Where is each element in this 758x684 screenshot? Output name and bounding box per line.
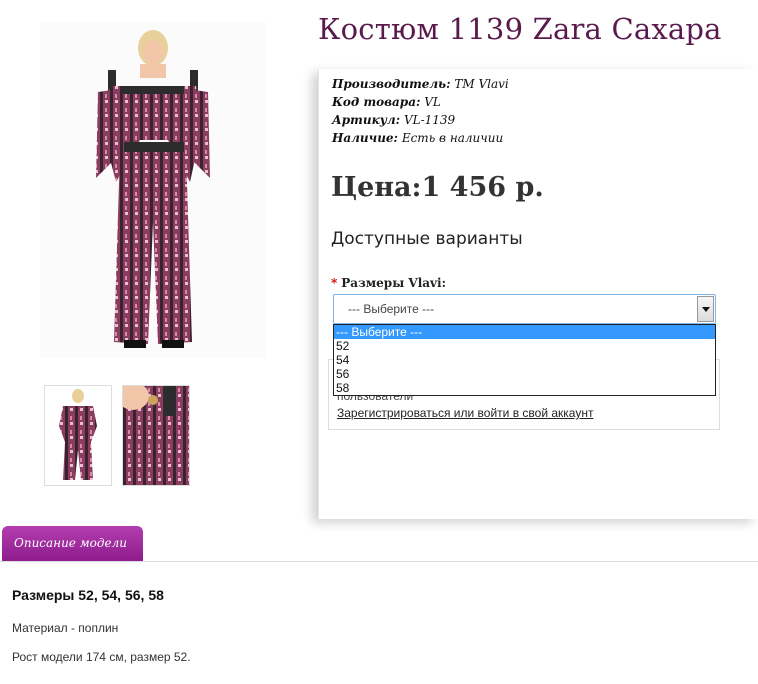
size-option-52[interactable]: 52 [334,339,715,353]
product-code-row: Код товара: VL [332,93,509,111]
product-info-panel: Производитель: ТМ Vlavi Код товара: VL А… [318,69,758,519]
size-label-text: Размеры Vlavi: [341,276,446,290]
manufacturer-row: Производитель: ТМ Vlavi [332,75,509,93]
register-login-link[interactable]: Зарегистрироваться или войти в свой акка… [337,406,593,420]
size-option-placeholder[interactable]: --- Выберите --- [334,325,715,339]
size-select-label: * Размеры Vlavi: [331,276,446,290]
sku-label: Артикул: [332,113,401,127]
size-option-54[interactable]: 54 [334,353,715,367]
product-thumbnail-2[interactable] [117,382,190,486]
manufacturer-label: Производитель: [332,77,451,91]
size-select[interactable]: --- Выберите --- [333,294,716,324]
product-main-image[interactable] [40,22,266,358]
tab-divider [0,561,758,562]
availability-label: Наличие: [332,131,398,145]
availability-row: Наличие: Есть в наличии [332,129,509,147]
required-mark: * [331,276,338,290]
chevron-down-icon [702,307,710,312]
description-sizes: Размеры 52, 54, 56, 58 [12,587,164,603]
product-attributes: Производитель: ТМ Vlavi Код товара: VL А… [332,75,509,147]
select-dropdown-button[interactable] [697,296,714,322]
size-option-58[interactable]: 58 [334,381,715,395]
size-dropdown-list[interactable]: --- Выберите --- 52 54 56 58 [333,324,716,396]
availability-value: Есть в наличии [401,131,504,145]
product-title: Костюм 1139 Zara Сахара [318,12,722,46]
sku-row: Артикул: VL-1139 [332,111,509,129]
manufacturer-value: ТМ Vlavi [454,77,509,91]
description-model-height: Рост модели 174 см, размер 52. [12,650,191,664]
tab-description[interactable]: Описание модели [2,526,143,561]
description-material: Материал - поплин [12,621,119,635]
size-option-56[interactable]: 56 [334,367,715,381]
size-select-value: --- Выберите --- [348,302,435,316]
product-code-value: VL [424,95,441,109]
sku-value: VL-1139 [403,113,456,127]
product-code-label: Код товара: [332,95,421,109]
variants-heading: Доступные варианты [331,229,523,249]
product-price: Цена:1 456 р. [331,172,544,203]
product-thumbnail-1[interactable] [44,385,112,486]
